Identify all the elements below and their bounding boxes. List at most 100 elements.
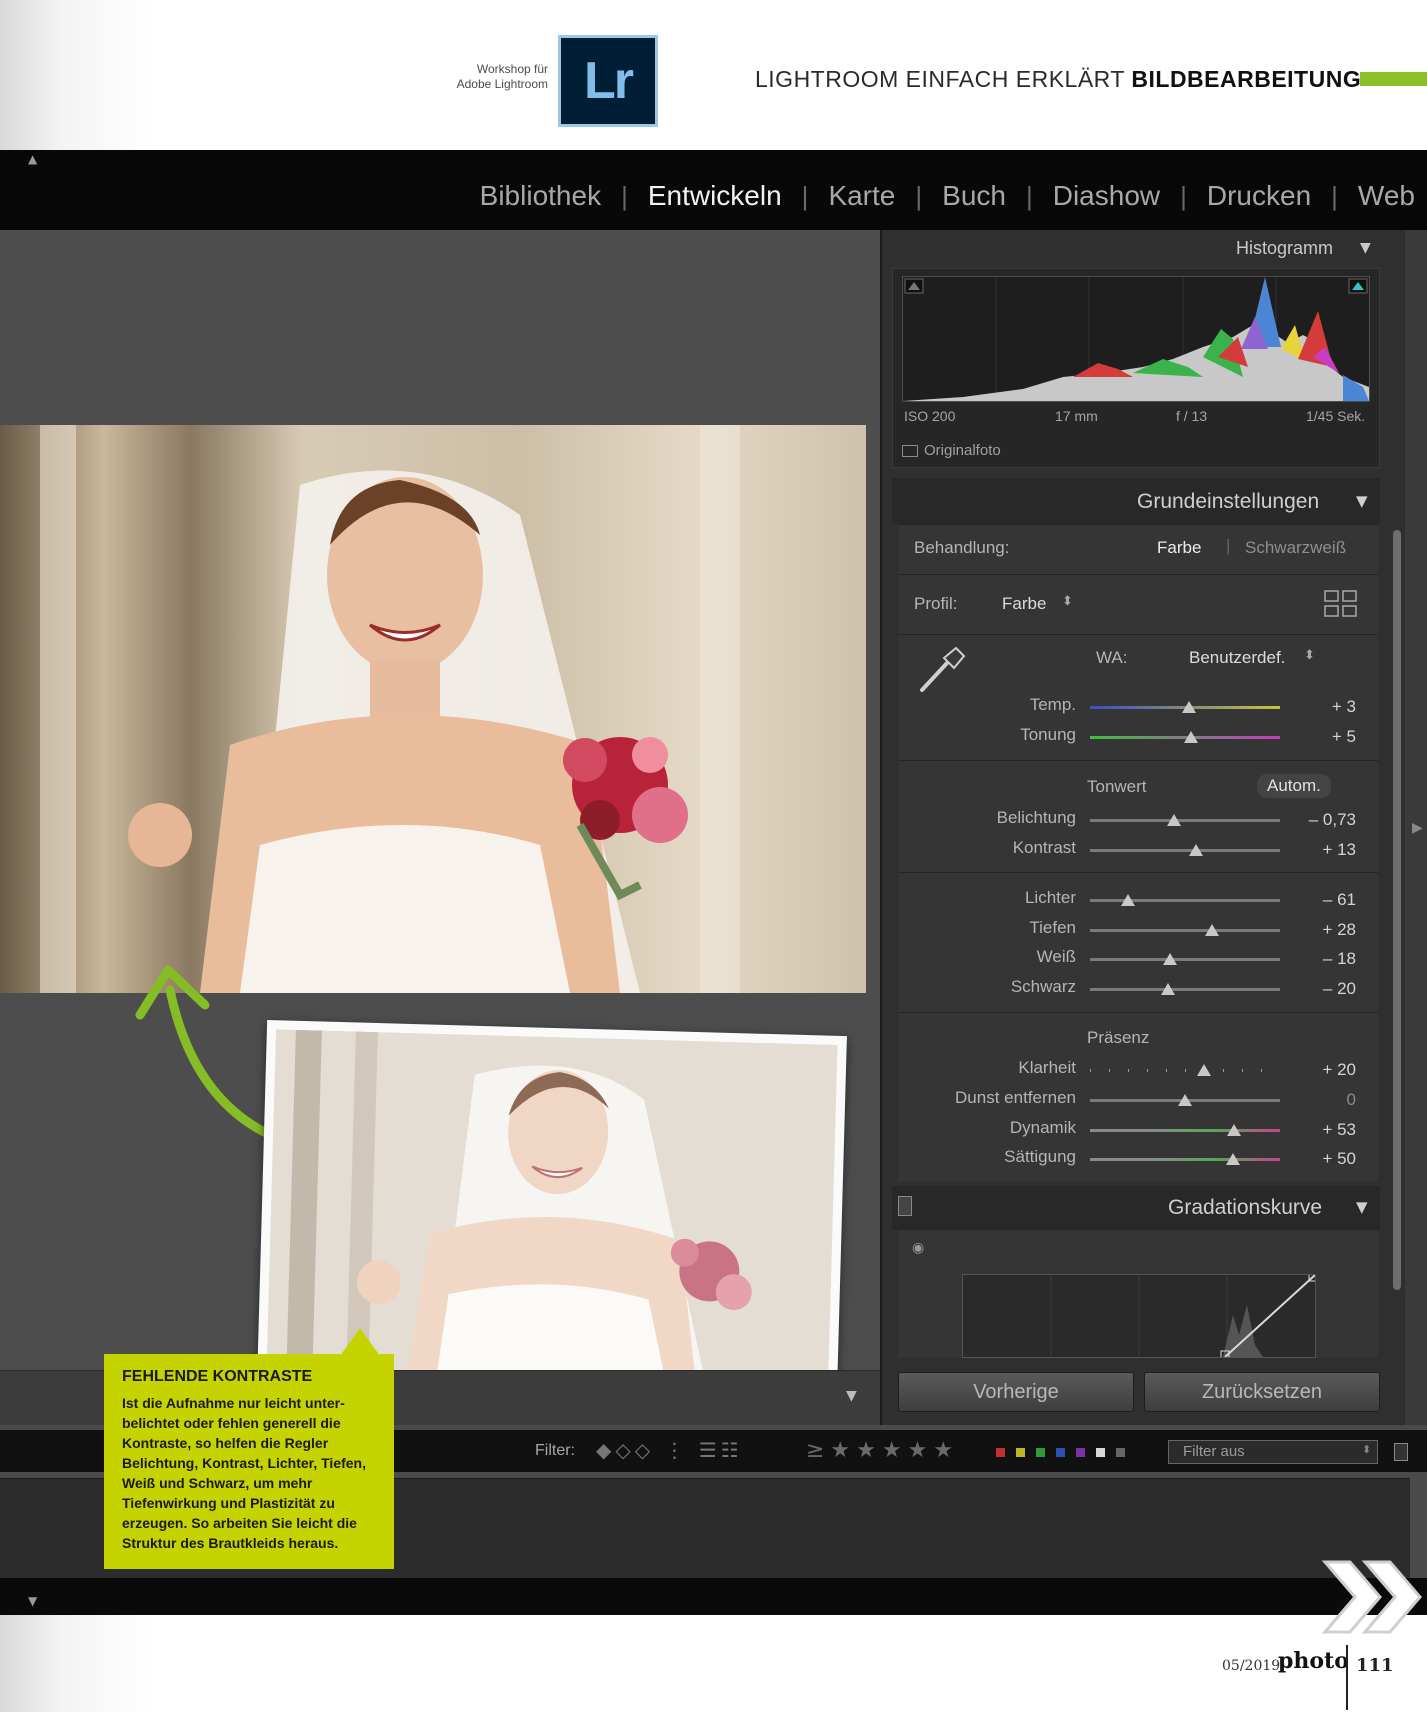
previous-settings-button[interactable]: Vorherige: [898, 1372, 1134, 1412]
profile-browser-icon[interactable]: [1324, 590, 1358, 618]
color-filter-blue[interactable]: [1056, 1448, 1065, 1457]
slider-thumb-temp[interactable]: [1181, 701, 1196, 713]
collapse-top-panel-icon[interactable]: ▲: [28, 152, 37, 166]
histogram-title[interactable]: Histogramm: [1236, 238, 1333, 259]
collapse-right-panel-icon[interactable]: ▶: [1412, 820, 1423, 836]
slider-thumb-dehaze[interactable]: [1178, 1094, 1192, 1106]
slider-thumb-highlights[interactable]: [1121, 894, 1135, 906]
slider-track-blacks[interactable]: [1090, 988, 1280, 991]
bottom-panel-bar: [0, 1578, 1427, 1615]
exif-shutter: 1/45 Sek.: [1306, 408, 1366, 424]
slider-thumb-exposure[interactable]: [1166, 814, 1181, 826]
rating-filter-stars-icon[interactable]: ≥★★★★★: [806, 1438, 959, 1463]
tone-curve-collapse-icon[interactable]: ▼: [1356, 1198, 1368, 1216]
lightroom-logo: Lr: [558, 35, 658, 127]
treatment-color-option[interactable]: Farbe: [1157, 538, 1201, 558]
wb-stepper-icon[interactable]: ⬍: [1304, 648, 1315, 663]
filter-preset-select[interactable]: Filter aus: [1168, 1440, 1378, 1464]
original-photo-label: Originalfoto: [924, 442, 1001, 459]
callout-body: Ist die Aufnahme nur leicht unter­belich…: [122, 1395, 366, 1551]
color-filter-green[interactable]: [1036, 1448, 1045, 1457]
slider-track-saturation[interactable]: [1090, 1158, 1280, 1161]
slider-thumb-saturation[interactable]: [1225, 1153, 1240, 1165]
slider-value-whites[interactable]: – 18: [1276, 949, 1356, 969]
color-filter-white[interactable]: [1096, 1448, 1105, 1457]
slider-value-highlights[interactable]: – 61: [1276, 890, 1356, 910]
basic-panel-title[interactable]: Grundeinstellungen: [1137, 490, 1319, 514]
color-filter-yellow[interactable]: [1016, 1448, 1025, 1457]
slider-value-clarity[interactable]: + 20: [1276, 1060, 1356, 1080]
filter-select-stepper-icon[interactable]: ⬍: [1362, 1443, 1371, 1456]
slider-thumb-whites[interactable]: [1162, 953, 1177, 965]
slider-value-temp[interactable]: + 3: [1276, 697, 1356, 717]
slider-track-whites[interactable]: [1090, 958, 1280, 961]
module-separator: |: [915, 180, 923, 211]
treatment-label: Behandlung:: [914, 538, 1010, 557]
module-entwickeln[interactable]: Entwickeln: [628, 180, 802, 212]
slider-value-dehaze[interactable]: 0: [1276, 1090, 1356, 1110]
slider-thumb-tint[interactable]: [1183, 731, 1198, 743]
module-separator: |: [621, 180, 628, 211]
slider-value-vibrance[interactable]: + 53: [1276, 1120, 1356, 1140]
color-filter-red[interactable]: [996, 1448, 1005, 1457]
slider-track-vibrance[interactable]: [1090, 1129, 1280, 1132]
histogram-collapse-icon[interactable]: ▼: [1360, 240, 1371, 256]
module-picker: Bibliothek | Entwickeln | Karte | Buch |…: [460, 180, 1415, 212]
tone-curve-graph[interactable]: [962, 1272, 1318, 1360]
profile-label: Profil:: [914, 594, 958, 613]
header-accent-bar: [1360, 72, 1427, 86]
slider-value-blacks[interactable]: – 20: [1276, 979, 1356, 999]
original-photo-toggle[interactable]: Originalfoto: [902, 442, 1001, 459]
original-photo-checkbox[interactable]: [902, 444, 918, 457]
slider-value-exposure[interactable]: – 0,73: [1276, 810, 1356, 830]
slider-track-exposure[interactable]: [1090, 819, 1280, 822]
module-karte[interactable]: Karte: [808, 180, 915, 212]
slider-label-clarity: Klarheit: [1018, 1058, 1076, 1077]
slider-track-highlights[interactable]: [1090, 899, 1280, 902]
module-diashow[interactable]: Diashow: [1033, 180, 1180, 212]
module-drucken[interactable]: Drucken: [1187, 180, 1331, 212]
magazine-logo: photo: [1278, 1648, 1349, 1674]
tone-curve-enable-switch[interactable]: [898, 1196, 912, 1216]
exif-iso: ISO 200: [904, 408, 956, 424]
slider-value-contrast[interactable]: + 13: [1276, 840, 1356, 860]
workshop-line-2: Adobe Lightroom: [456, 77, 548, 91]
wb-select[interactable]: Benutzerdef.: [1189, 648, 1285, 668]
profile-stepper-icon[interactable]: ⬍: [1062, 594, 1073, 609]
slider-thumb-clarity[interactable]: [1197, 1064, 1211, 1076]
color-filter-purple[interactable]: [1076, 1448, 1085, 1457]
slider-value-tint[interactable]: + 5: [1276, 727, 1356, 747]
slider-track-shadows[interactable]: [1090, 929, 1280, 932]
slider-value-shadows[interactable]: + 28: [1276, 920, 1356, 940]
panel-scrollbar[interactable]: [1393, 530, 1401, 1290]
wb-label: WA:: [1096, 648, 1128, 667]
histogram-graph[interactable]: [902, 276, 1370, 402]
filter-lock-switch[interactable]: [1394, 1443, 1408, 1461]
toolbar-content-dropdown-icon[interactable]: ▼: [846, 1388, 857, 1404]
treatment-bw-option[interactable]: Schwarzweiß: [1245, 538, 1346, 558]
module-web[interactable]: Web: [1338, 180, 1415, 212]
module-buch[interactable]: Buch: [922, 180, 1026, 212]
module-separator: |: [1331, 180, 1338, 211]
collapse-bottom-panel-icon[interactable]: ▼: [28, 1594, 37, 1608]
slider-track-contrast[interactable]: [1090, 849, 1280, 852]
slider-value-saturation[interactable]: + 50: [1276, 1149, 1356, 1169]
exif-aperture: f / 13: [1176, 408, 1208, 424]
basic-panel-collapse-icon[interactable]: ▼: [1356, 492, 1368, 510]
eyedropper-icon[interactable]: [914, 640, 970, 696]
next-page-arrows-icon: [1321, 1560, 1422, 1634]
slider-thumb-shadows[interactable]: [1204, 924, 1219, 936]
color-filter-gray[interactable]: [1116, 1448, 1125, 1457]
flag-filter-icons[interactable]: ◆◇◇ ⋮ ☰☷: [596, 1438, 743, 1462]
slider-thumb-vibrance[interactable]: [1227, 1124, 1242, 1136]
slider-thumb-blacks[interactable]: [1160, 983, 1175, 995]
module-bibliothek[interactable]: Bibliothek: [460, 180, 621, 212]
slider-track-clarity[interactable]: [1090, 1069, 1280, 1072]
targeted-adjustment-icon[interactable]: ◉: [912, 1240, 924, 1256]
auto-tone-button[interactable]: Autom.: [1257, 774, 1331, 798]
slider-thumb-contrast[interactable]: [1189, 844, 1204, 856]
tone-curve-title[interactable]: Gradationskurve: [1168, 1196, 1322, 1220]
profile-select[interactable]: Farbe: [1002, 594, 1046, 614]
issue-date: 05/2019: [1222, 1658, 1281, 1674]
reset-button[interactable]: Zurücksetzen: [1144, 1372, 1380, 1412]
